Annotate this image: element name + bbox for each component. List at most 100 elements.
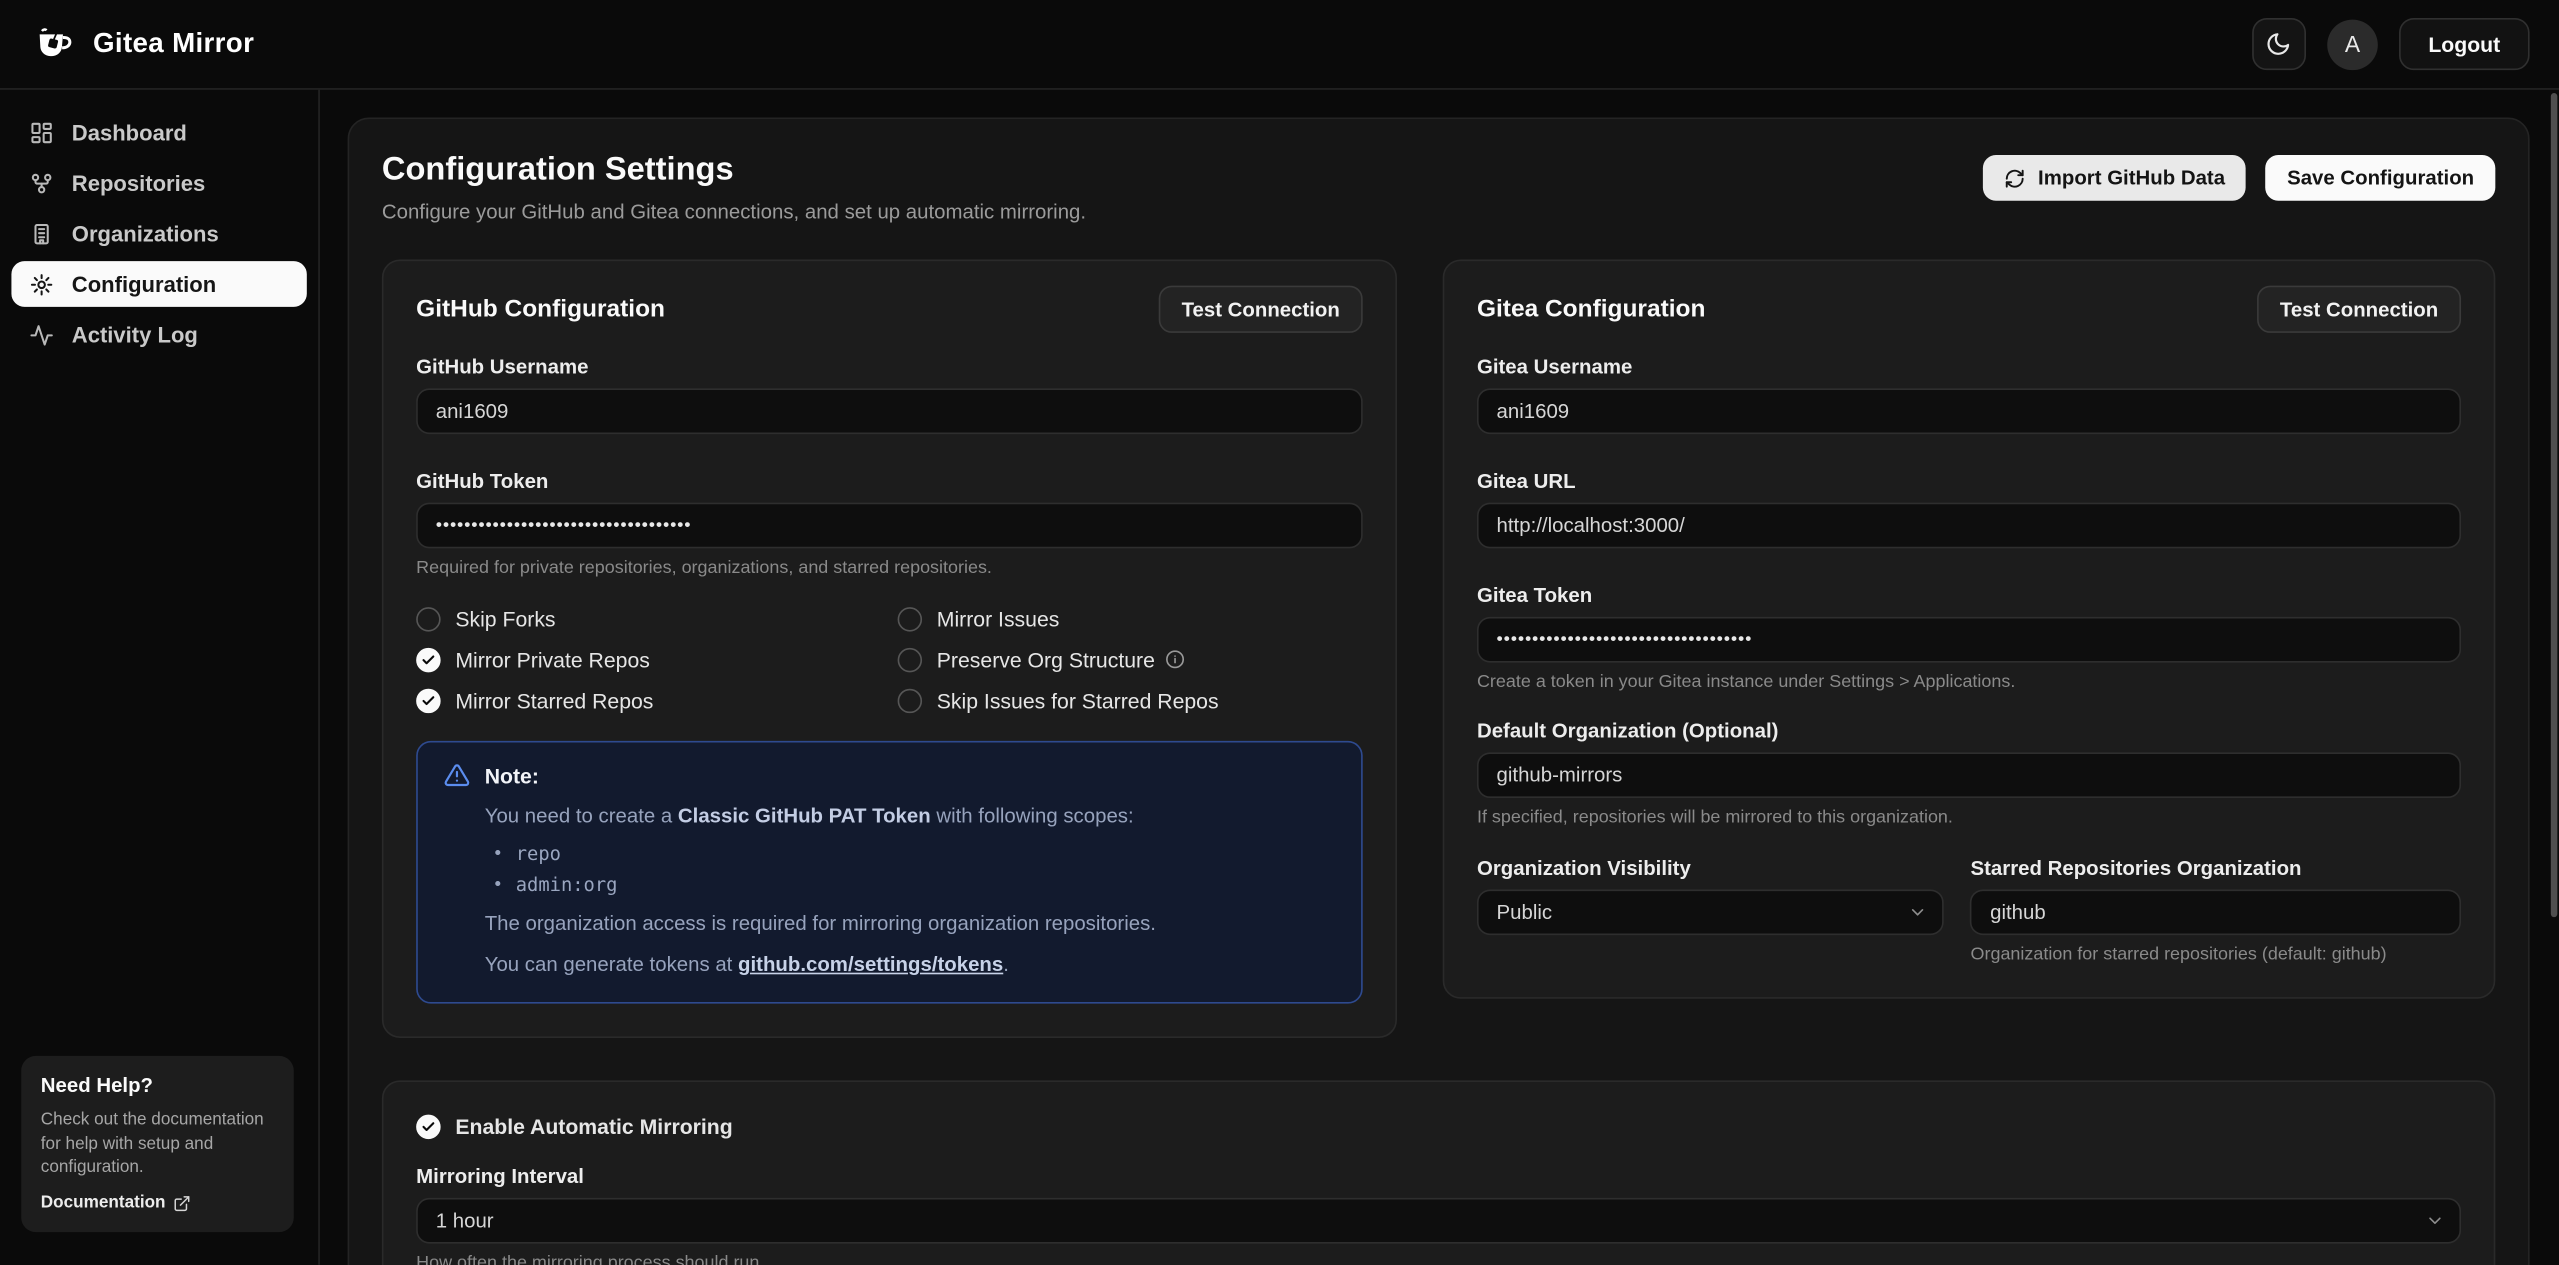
sidebar-item-activity-log[interactable]: Activity Log [11,312,306,358]
import-github-data-button[interactable]: Import GitHub Data [1983,155,2247,201]
default-org-input[interactable] [1477,752,2461,798]
alert-triangle-icon [444,762,470,788]
activity-icon [28,322,54,348]
github-token-input[interactable] [416,503,1363,549]
config-cards-row: GitHub Configuration Test Connection Git… [382,259,2495,1038]
github-token-label: GitHub Token [416,470,1363,493]
topbar: Gitea Mirror A Logout [0,0,2559,90]
checkbox-icon [416,606,440,630]
gitea-card-title: Gitea Configuration [1477,295,1705,323]
sidebar-item-label: Organizations [72,221,219,245]
mirroring-interval-label: Mirroring Interval [416,1166,2461,1189]
gitea-username-label: Gitea Username [1477,356,2461,379]
brand-title: Gitea Mirror [93,28,254,61]
sidebar: Dashboard Repositories O [0,90,320,1265]
note-line-1: You need to create a Classic GitHub PAT … [485,801,1335,831]
github-username-label: GitHub Username [416,356,1363,379]
default-org-help: If specified, repositories will be mirro… [1477,808,2461,828]
sidebar-item-configuration[interactable]: Configuration [11,261,306,307]
automatic-mirroring-card: Enable Automatic Mirroring Mirroring Int… [382,1081,2495,1265]
checkbox-enable-automatic-mirroring[interactable]: Enable Automatic Mirroring [416,1112,2461,1141]
github-configuration-card: GitHub Configuration Test Connection Git… [382,259,1397,1038]
starred-org-help: Organization for starred repositories (d… [1971,945,2462,965]
starred-org-input[interactable] [1971,889,2462,935]
vertical-scrollbar[interactable] [2551,93,2558,917]
checkbox-mirror-issues[interactable]: Mirror Issues [898,604,1363,633]
panel-header: Configuration Settings Configure your Gi… [382,152,2495,224]
need-help-card: Need Help? Check out the documentation f… [21,1056,294,1232]
starred-org-label: Starred Repositories Organization [1971,857,2462,880]
org-visibility-label: Organization Visibility [1477,857,1944,880]
checkbox-checked-icon [416,688,440,712]
sidebar-item-dashboard[interactable]: Dashboard [11,109,306,155]
sidebar-item-label: Activity Log [72,322,198,346]
logout-button[interactable]: Logout [2399,18,2530,70]
note-line-2: The organization access is required for … [485,909,1335,939]
help-body: Check out the documentation for help wit… [41,1108,274,1180]
scope-item: repo [494,842,1334,865]
chevron-down-icon [2425,1212,2445,1232]
documentation-link[interactable]: Documentation [41,1193,274,1213]
scope-item: admin:org [494,873,1334,896]
settings-panel: Configuration Settings Configure your Gi… [348,118,2530,1265]
github-token-help: Required for private repositories, organ… [416,558,1363,578]
shell: Dashboard Repositories O [0,90,2559,1265]
sidebar-item-label: Repositories [72,171,205,195]
gitea-cup-logo-icon [33,23,77,65]
main-area: Configuration Settings Configure your Gi… [320,90,2559,1265]
sidebar-item-label: Dashboard [72,120,187,144]
gitea-test-connection-button[interactable]: Test Connection [2257,286,2461,333]
moon-icon [2266,31,2292,57]
building-icon [28,220,54,246]
pat-token-note: Note: You need to create a Classic GitHu… [416,741,1363,1004]
avatar[interactable]: A [2327,19,2378,70]
note-scopes-list: repo admin:org [494,842,1334,896]
save-configuration-button[interactable]: Save Configuration [2266,155,2495,201]
git-fork-icon [28,170,54,196]
info-icon[interactable] [1165,650,1185,670]
checkbox-skip-forks[interactable]: Skip Forks [416,604,881,633]
theme-toggle-button[interactable] [2252,18,2306,70]
sidebar-item-organizations[interactable]: Organizations [11,211,306,257]
page-title: Configuration Settings [382,152,1086,190]
chevron-down-icon [1908,902,1928,922]
note-title: Note: [485,763,539,787]
avatar-initial: A [2345,31,2360,57]
gitea-username-input[interactable] [1477,388,2461,434]
topbar-actions: A Logout [2252,18,2530,70]
checkbox-checked-icon [416,647,440,671]
mirroring-interval-help: How often the mirroring process should r… [416,1254,2461,1265]
gitea-url-label: Gitea URL [1477,470,2461,493]
help-title: Need Help? [41,1074,274,1097]
page-subtitle: Configure your GitHub and Gitea connecti… [382,201,1086,224]
gitea-configuration-card: Gitea Configuration Test Connection Gite… [1443,259,2496,998]
gitea-url-input[interactable] [1477,503,2461,549]
checkbox-mirror-private-repos[interactable]: Mirror Private Repos [416,645,881,674]
sidebar-item-label: Configuration [72,272,216,296]
github-card-title: GitHub Configuration [416,295,665,323]
viewport: Gitea Mirror A Logout [0,0,2559,1265]
gear-icon [28,271,54,297]
gitea-token-help: Create a token in your Gitea instance un… [1477,672,2461,692]
mirroring-interval-select[interactable]: 1 hour [416,1199,2461,1245]
checkbox-icon [898,647,922,671]
github-test-connection-button[interactable]: Test Connection [1159,286,1363,333]
note-line-3: You can generate tokens at github.com/se… [485,950,1335,980]
header-actions: Import GitHub Data Save Configuration [1983,152,2496,201]
checkbox-mirror-starred-repos[interactable]: Mirror Starred Repos [416,685,881,714]
gitea-token-input[interactable] [1477,617,2461,663]
github-options: Skip Forks Mirror Issues Mirror Privat [416,604,1363,715]
checkbox-icon [898,606,922,630]
dashboard-icon [28,119,54,145]
external-link-icon [174,1194,192,1212]
checkbox-icon [898,688,922,712]
gitea-token-label: Gitea Token [1477,584,2461,607]
checkbox-preserve-org-structure[interactable]: Preserve Org Structure [898,645,1363,674]
checkbox-skip-issues-starred[interactable]: Skip Issues for Starred Repos [898,685,1363,714]
sidebar-item-repositories[interactable]: Repositories [11,160,306,206]
github-username-input[interactable] [416,388,1363,434]
refresh-icon [2004,167,2025,188]
tokens-link[interactable]: github.com/settings/tokens [738,953,1003,976]
org-visibility-select[interactable]: Public [1477,889,1944,935]
gitea-mirror-app: Gitea Mirror A Logout [0,0,2559,1265]
